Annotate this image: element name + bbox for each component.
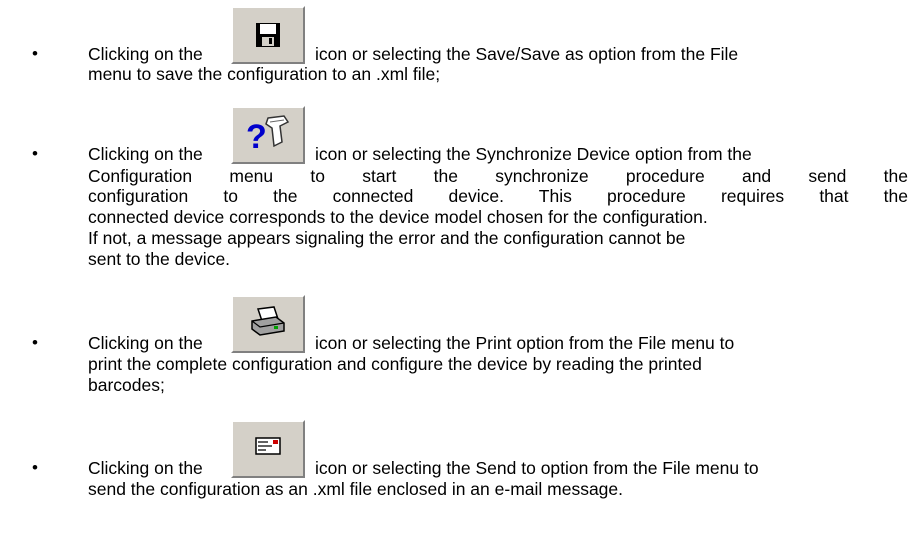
item-text-line: connected device corresponds to the devi… bbox=[88, 207, 708, 227]
item-text-line: icon or selecting the Print option from … bbox=[315, 333, 735, 353]
bullet: • bbox=[32, 458, 38, 477]
bullet: • bbox=[32, 333, 38, 352]
printer-icon bbox=[251, 306, 285, 336]
item-text-line: Clicking on the bbox=[88, 44, 203, 64]
item-text-line: print the complete configuration and con… bbox=[88, 354, 702, 374]
synchronize-device-icon: ? bbox=[246, 115, 290, 154]
item-text-line: icon or selecting the Save/Save as optio… bbox=[315, 44, 739, 64]
item-text-line: menu to save the configuration to an .xm… bbox=[88, 64, 441, 84]
save-toolbar-button bbox=[231, 6, 305, 64]
item-text-line: configuration to the connected device. T… bbox=[88, 186, 908, 206]
item-text-line: Clicking on the bbox=[88, 458, 203, 478]
send-toolbar-button bbox=[231, 420, 305, 478]
floppy-disk-icon bbox=[256, 23, 280, 47]
item-text-line: barcodes; bbox=[88, 375, 165, 395]
synchronize-toolbar-button: ? bbox=[231, 106, 305, 164]
item-text-line: icon or selecting the Synchronize Device… bbox=[315, 144, 752, 164]
bullet: • bbox=[32, 144, 38, 163]
item-text-line: Clicking on the bbox=[88, 144, 203, 164]
svg-text:?: ? bbox=[246, 118, 267, 154]
bullet: • bbox=[32, 44, 38, 63]
item-text-line: send the configuration as an .xml file e… bbox=[88, 479, 624, 499]
print-toolbar-button bbox=[231, 295, 305, 353]
item-text-line: If not, a message appears signaling the … bbox=[88, 228, 686, 248]
send-mail-icon bbox=[255, 437, 281, 455]
item-text-line: icon or selecting the Send to option fro… bbox=[315, 458, 759, 478]
item-text-line: Configuration menu to start the synchron… bbox=[88, 166, 908, 186]
item-text-line: Clicking on the bbox=[88, 333, 203, 353]
item-text-line: sent to the device. bbox=[88, 249, 231, 269]
